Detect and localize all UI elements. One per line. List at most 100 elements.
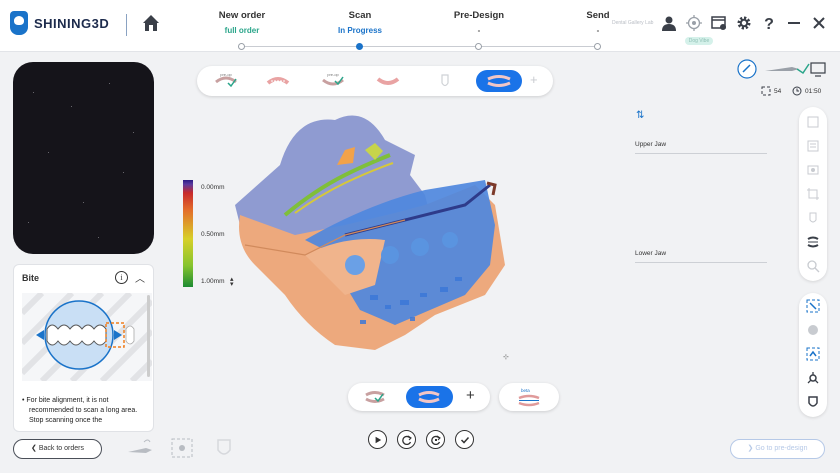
edit-tool-button[interactable] (799, 366, 827, 390)
step-status: - (477, 26, 481, 35)
frame-capture-icon[interactable] (168, 436, 196, 460)
refresh-button[interactable] (426, 430, 445, 449)
step-new-order[interactable]: New order full order (187, 10, 297, 35)
home-button[interactable] (141, 13, 161, 33)
edit-tool-button[interactable] (799, 294, 827, 318)
window-settings-button[interactable] (710, 14, 728, 32)
bite-align-icon (807, 236, 819, 248)
back-to-orders-button[interactable]: ❮ Back to orders (13, 439, 102, 459)
help-button[interactable]: ? (760, 14, 778, 32)
texture-icon (807, 165, 819, 175)
scan-step-lower-jaw[interactable] (371, 70, 405, 92)
scanner-tip-icon[interactable] (126, 436, 154, 460)
single-tooth-icon (441, 74, 449, 87)
scrollbar[interactable] (147, 295, 150, 377)
view-tool-button[interactable] (799, 158, 827, 182)
view-tool-button[interactable] (799, 182, 827, 206)
scan-step-upper-preop[interactable]: pre-op (209, 70, 243, 92)
step-tag: pre-op (327, 72, 339, 77)
go-to-pre-design-button[interactable]: ❯ Go to pre-design (730, 439, 825, 459)
lower-jaw-icon (376, 77, 400, 85)
chevron-up-icon[interactable]: ︿ (135, 270, 145, 285)
frame-count: 54 (774, 87, 782, 95)
jaw-toggle-icon[interactable]: ⇅ (636, 110, 644, 121)
view-tool-button[interactable] (799, 206, 827, 230)
step-pre-design[interactable]: Pre-Design - (424, 10, 534, 35)
beta-bite-button[interactable]: beta (499, 383, 559, 411)
gear-icon (737, 16, 751, 30)
workflow-steps: New order full order Scan In Progress Pr… (190, 0, 630, 52)
bite-icon (487, 75, 511, 87)
check-icon (460, 436, 469, 444)
edit-tool-button[interactable] (799, 318, 827, 342)
edit-tools-panel (799, 293, 827, 417)
tooth-marker-icon (808, 396, 818, 407)
refresh-icon (430, 435, 441, 445)
scale-bottom-label: 1.00mm (201, 278, 225, 285)
scan-step-toolbar: pre-op pre-op + (197, 66, 553, 96)
scanner-tools (126, 436, 238, 460)
settings-button[interactable] (735, 14, 753, 32)
crop-icon (807, 188, 819, 200)
close-icon (813, 17, 825, 29)
info-icon[interactable]: i (115, 271, 128, 284)
target-button[interactable] (685, 14, 703, 32)
scan-step-lower-preop[interactable]: pre-op (316, 70, 350, 92)
minimize-button[interactable] (785, 14, 803, 32)
window-settings-icon (711, 16, 726, 30)
scan-step-single-tooth[interactable] (428, 70, 462, 92)
view-tools-panel (799, 107, 827, 281)
bite-illustration (19, 290, 155, 384)
step-dot (475, 43, 482, 50)
step-label: Pre-Design (453, 10, 505, 21)
step-dot-active (356, 43, 363, 50)
confirm-button[interactable] (455, 430, 474, 449)
target-icon (686, 15, 702, 31)
add-step-icon[interactable]: + (530, 72, 538, 87)
add-bite-button[interactable]: + (466, 387, 475, 404)
lower-jaw-label: Lower Jaw (635, 250, 767, 263)
bite-left-icon[interactable] (363, 389, 387, 405)
jaw-3d-model[interactable] (225, 95, 515, 355)
help-icon: ? (764, 16, 774, 31)
step-tag: pre-op (220, 72, 232, 77)
edit-tool-button[interactable] (799, 390, 827, 414)
zoom-icon (807, 260, 820, 273)
clock-icon (792, 86, 802, 96)
region-select-icon (806, 299, 820, 313)
tooth-view-icon (809, 212, 817, 223)
select-icon (807, 116, 819, 128)
step-dot (238, 43, 245, 50)
zoom-button[interactable] (799, 254, 827, 278)
edit-tool-button[interactable] (799, 342, 827, 366)
step-label: New order (218, 10, 266, 21)
bite-right-button[interactable] (406, 386, 453, 408)
tooth-filter-icon[interactable] (210, 436, 238, 460)
back-label: Back to orders (38, 445, 84, 452)
bite-scan-controls: + (348, 383, 490, 411)
redo-button[interactable] (397, 430, 416, 449)
timer-value: 01:50 (805, 87, 822, 95)
step-scan[interactable]: Scan In Progress (305, 10, 415, 35)
divider (126, 14, 127, 36)
play-button[interactable] (368, 430, 387, 449)
user-button[interactable] (660, 14, 678, 32)
scale-mid-label: 0.50mm (201, 231, 225, 238)
bite-view-button[interactable] (799, 230, 827, 254)
brush-icon (808, 325, 818, 335)
frame-icon (761, 86, 771, 96)
view-tool-button[interactable] (799, 110, 827, 134)
top-bar: SHINING3D New order full order Scan In P… (0, 0, 840, 52)
step-label: Scan (348, 10, 372, 21)
close-button[interactable] (810, 14, 828, 32)
scan-step-upper-jaw[interactable] (261, 70, 295, 92)
lasso-icon (806, 347, 820, 361)
step-dot (594, 43, 601, 50)
view-tool-button[interactable] (799, 134, 827, 158)
upper-jaw-icon (266, 77, 290, 85)
scan-step-bite[interactable] (476, 70, 522, 92)
minimize-icon (788, 22, 800, 24)
frame-counter: 54 (761, 86, 781, 96)
redo-icon (401, 435, 412, 445)
window-controls: ? (660, 14, 828, 32)
